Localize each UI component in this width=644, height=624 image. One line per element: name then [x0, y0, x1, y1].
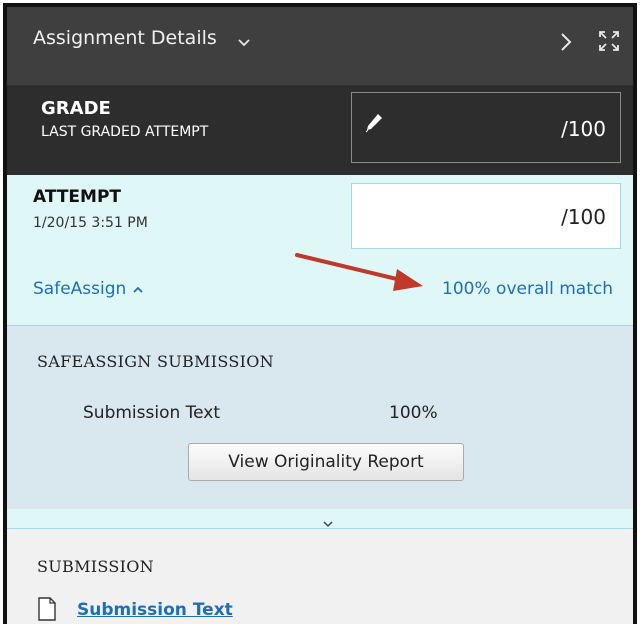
- pencil-icon[interactable]: [365, 113, 383, 137]
- collapse-bar[interactable]: [7, 509, 633, 529]
- attempt-grade-value: /100: [561, 205, 606, 229]
- chevron-down-icon[interactable]: [237, 33, 251, 52]
- submission-section-title: SUBMISSION: [37, 557, 154, 576]
- safeassign-toggle[interactable]: SafeAssign: [33, 279, 144, 299]
- safeassign-item-name: Submission Text: [83, 403, 221, 423]
- red-arrow-annotation: [293, 251, 429, 297]
- attempt-section: ATTEMPT 1/20/15 3:51 PM /100 SafeAssign …: [7, 175, 633, 325]
- chevron-up-icon: [132, 279, 144, 299]
- document-icon: [37, 597, 57, 624]
- chevron-right-icon[interactable]: [559, 31, 573, 57]
- grade-section: GRADE LAST GRADED ATTEMPT /100: [7, 85, 633, 175]
- attempt-grade-input[interactable]: /100: [351, 183, 621, 249]
- safeassign-section-title: SAFEASSIGN SUBMISSION: [37, 352, 274, 371]
- assignment-details-panel: Assignment Details GRADE LAST GRADED ATT…: [3, 3, 637, 624]
- grade-value: /100: [561, 117, 606, 141]
- panel-header: Assignment Details: [7, 7, 633, 85]
- submission-text-link[interactable]: Submission Text: [77, 600, 233, 620]
- attempt-date: 1/20/15 3:51 PM: [33, 215, 148, 231]
- panel-title[interactable]: Assignment Details: [33, 27, 217, 49]
- expand-icon[interactable]: [597, 29, 621, 57]
- submission-section: SUBMISSION Submission Text: [7, 529, 633, 624]
- safeassign-toggle-label: SafeAssign: [33, 279, 127, 299]
- grade-subtitle: LAST GRADED ATTEMPT: [41, 124, 209, 140]
- grade-input[interactable]: /100: [351, 92, 621, 163]
- overall-match-link[interactable]: 100% overall match: [442, 279, 613, 299]
- view-originality-report-button[interactable]: View Originality Report: [188, 443, 464, 481]
- attempt-title: ATTEMPT: [33, 187, 122, 207]
- safeassign-section: SAFEASSIGN SUBMISSION Submission Text 10…: [7, 325, 633, 509]
- grade-title: GRADE: [41, 98, 111, 119]
- safeassign-item-percent: 100%: [389, 403, 438, 423]
